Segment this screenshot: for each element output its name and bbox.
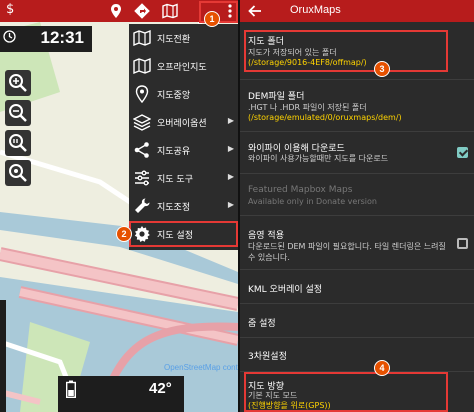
wifi-download-checkbox[interactable] xyxy=(457,147,468,158)
menu-item-switch-map[interactable]: 지도전환 xyxy=(129,24,238,52)
pref-title: 줌 설정 xyxy=(248,319,276,329)
app-logo: $ xyxy=(6,2,15,17)
pref-summary: 다운로드된 DEM 파일이 필요합니다. 타일 렌더링은 느려질 xyxy=(248,242,446,251)
pref-dem-folder[interactable]: DEM파일 폴더 .HGT 나 .HDR 파일이 저장된 폴더 (/storag… xyxy=(240,80,474,132)
hillshade-checkbox[interactable] xyxy=(457,238,468,249)
highlight-map-folder xyxy=(244,30,448,72)
back-arrow-icon[interactable] xyxy=(248,4,262,18)
clock-widget: 12:31 xyxy=(0,26,92,52)
pref-title: KML 오버레이 설정 xyxy=(248,285,323,295)
submenu-arrow-icon: ▶ xyxy=(227,116,234,125)
pref-zoom-settings[interactable]: 줌 설정 xyxy=(240,304,474,338)
pref-wifi-download[interactable]: 와이파이 이용해 다운로드 와이파이 사용가능할때만 지도를 다운로드 xyxy=(240,132,474,174)
zoom-in-icon xyxy=(9,74,27,92)
menu-item-label: 오버레이옵션 xyxy=(157,119,207,129)
settings-pane: OruxMaps 지도 폴더 지도가 저장되어 있는 폴더 (/storage/… xyxy=(240,0,474,412)
map-overflow-menu: 지도전환 오프라인지도 지도중앙 오버레이옵션 ▶ 지도공유 ▶ 지도 도구 ▶… xyxy=(129,24,238,250)
map-pin-icon[interactable] xyxy=(104,0,128,22)
zoom-out-icon xyxy=(9,104,27,122)
zoom-out-button[interactable] xyxy=(5,100,31,126)
zoom-fit-icon xyxy=(9,164,27,182)
zoom-reset-icon xyxy=(9,134,27,152)
zoom-in-button[interactable] xyxy=(5,70,31,96)
pref-summary: Available only in Donate version xyxy=(248,197,377,206)
highlight-map-orientation xyxy=(244,372,448,412)
menu-item-label: 지도공유 xyxy=(157,147,191,157)
center-pin-icon xyxy=(135,85,149,103)
pref-summary: .HGT 나 .HDR 파일이 저장된 폴더 xyxy=(248,103,367,112)
clock-icon xyxy=(3,30,16,43)
offline-map-icon xyxy=(133,57,151,75)
layers-icon xyxy=(133,114,151,131)
submenu-arrow-icon: ▶ xyxy=(227,200,234,209)
submenu-arrow-icon: ▶ xyxy=(227,144,234,153)
zoom-reset-button[interactable] xyxy=(5,130,31,156)
menu-item-label: 지도중앙 xyxy=(157,91,191,101)
step-badge-3: 3 xyxy=(374,61,390,77)
pref-featured-mapbox: Featured Mapbox Maps Available only in D… xyxy=(240,174,474,216)
menu-item-share-map[interactable]: 지도공유 ▶ xyxy=(129,136,238,164)
navigation-icon[interactable] xyxy=(130,0,154,22)
submenu-arrow-icon: ▶ xyxy=(227,172,234,181)
wrench-icon xyxy=(135,198,150,213)
settings-header: OruxMaps xyxy=(240,0,474,22)
menu-item-offline-map[interactable]: 오프라인지도 xyxy=(129,52,238,80)
tools-icon xyxy=(135,170,149,186)
pref-title: 3차원설정 xyxy=(248,352,287,362)
map-icon xyxy=(133,29,151,47)
menu-item-map-adjust[interactable]: 지도조정 ▶ xyxy=(129,192,238,220)
pref-path: (/storage/emulated/0/oruxmaps/dem/) xyxy=(248,113,402,122)
map-pane: $ 12:31 42° OpenStreetMap contributors xyxy=(0,0,238,412)
clock-time: 12:31 xyxy=(40,28,84,47)
map-attribution: OpenStreetMap contributors xyxy=(164,363,238,372)
map-icon[interactable] xyxy=(158,0,182,22)
pref-summary: 와이파이 사용가능할때만 지도를 다운로드 xyxy=(248,154,389,163)
menu-item-center-map[interactable]: 지도중앙 xyxy=(129,80,238,108)
side-panel-edge xyxy=(0,300,6,412)
menu-item-label: 지도전환 xyxy=(157,35,191,45)
pref-summary-cont: 수 있습니다. xyxy=(248,253,290,262)
highlight-map-settings xyxy=(129,221,238,247)
menu-item-label: 지도 도구 xyxy=(157,175,193,185)
menu-item-overlay-options[interactable]: 오버레이옵션 ▶ xyxy=(129,108,238,136)
step-badge-2: 2 xyxy=(116,226,132,242)
pref-hillshade[interactable]: 음영 적용 다운로드된 DEM 파일이 필요합니다. 타일 렌더링은 느려질 수… xyxy=(240,216,474,270)
pref-kml-overlay[interactable]: KML 오버레이 설정 xyxy=(240,270,474,304)
share-icon xyxy=(134,142,149,158)
pref-3d-settings[interactable]: 3차원설정 xyxy=(240,338,474,372)
menu-item-map-tools[interactable]: 지도 도구 ▶ xyxy=(129,164,238,192)
app-title: OruxMaps xyxy=(290,4,341,16)
pref-title: Featured Mapbox Maps xyxy=(248,185,353,195)
step-badge-1: 1 xyxy=(204,11,220,27)
pref-title: 음영 적용 xyxy=(248,231,284,241)
menu-item-label: 오프라인지도 xyxy=(157,63,207,73)
pref-title: DEM파일 폴더 xyxy=(248,92,305,102)
zoom-fit-button[interactable] xyxy=(5,160,31,186)
step-badge-4: 4 xyxy=(374,360,390,376)
battery-icon xyxy=(66,380,76,398)
menu-item-label: 지도조정 xyxy=(157,203,191,213)
temperature-readout: 42° xyxy=(149,380,172,397)
